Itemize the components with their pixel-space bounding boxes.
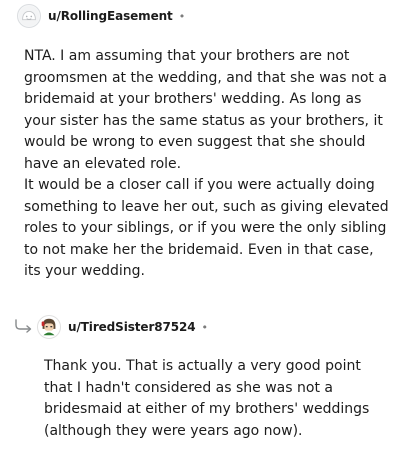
- default-avatar-icon[interactable]: [17, 4, 41, 28]
- meta-separator: •: [178, 9, 186, 23]
- comment-header: u/RollingEasement •: [17, 0, 185, 32]
- comment-author-link[interactable]: u/TiredSister87524: [68, 320, 196, 334]
- comment-paragraph: NTA. I am assuming that your brothers ar…: [24, 48, 387, 172]
- comment-author-link[interactable]: u/RollingEasement: [48, 9, 173, 23]
- reply-arrow-icon: [14, 318, 34, 334]
- comment-paragraph: It would be a closer call if you were ac…: [24, 177, 389, 279]
- comment-paragraph: Thank you. That is actually a very good …: [44, 358, 370, 439]
- custom-avatar-icon[interactable]: [37, 315, 61, 339]
- meta-separator: •: [201, 320, 209, 334]
- comment-header: u/TiredSister87524 •: [37, 311, 208, 343]
